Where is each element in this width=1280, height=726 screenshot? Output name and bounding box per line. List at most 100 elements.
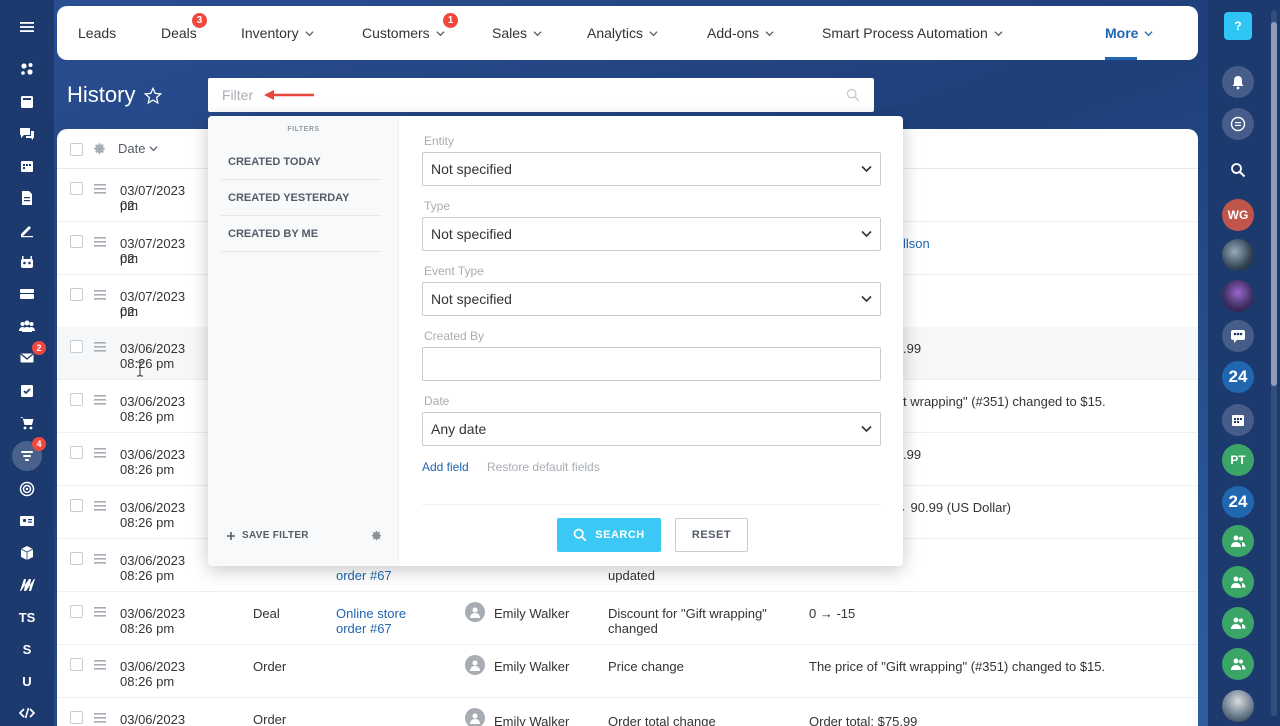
row-checkbox[interactable] <box>70 288 83 301</box>
table-row[interactable]: 03/06/2023 08:26 pm Deal Online store or… <box>57 592 1198 645</box>
nav-inventory[interactable]: Inventory <box>241 6 314 60</box>
group-icon[interactable] <box>1222 525 1254 557</box>
tasks-icon[interactable] <box>12 378 42 404</box>
network-icon[interactable] <box>12 56 42 82</box>
avatar-pt[interactable]: PT <box>1222 444 1254 476</box>
nav-customers[interactable]: Customers <box>362 6 445 60</box>
calendar-icon[interactable] <box>1222 404 1254 436</box>
avatar-wg[interactable]: WG <box>1222 199 1254 231</box>
nav-sales[interactable]: Sales <box>492 6 542 60</box>
search-icon[interactable] <box>1222 154 1254 186</box>
star-icon[interactable] <box>144 87 162 105</box>
drag-handle-icon[interactable] <box>94 554 106 564</box>
avatar-photo[interactable] <box>1222 280 1254 312</box>
group-icon[interactable] <box>1222 607 1254 639</box>
drag-handle-icon[interactable] <box>94 290 106 300</box>
table-row[interactable]: 03/06/2023 Order Emily Walker Order tota… <box>57 698 1198 726</box>
group-chat-icon[interactable] <box>1222 320 1254 352</box>
table-row[interactable]: 03/06/2023 08:26 pm Order Emily Walker P… <box>57 645 1198 698</box>
restore-default-fields-link[interactable]: Restore default fields <box>487 460 600 474</box>
group-icon[interactable] <box>1222 648 1254 680</box>
row-checkbox[interactable] <box>70 182 83 195</box>
help-button[interactable]: ? <box>1224 12 1252 40</box>
drag-handle-icon[interactable] <box>94 342 106 352</box>
calendar-icon[interactable] <box>12 153 42 179</box>
sidebar-item-s[interactable]: S <box>12 636 42 662</box>
nav-leads[interactable]: Leads <box>78 6 116 60</box>
brand-24-icon[interactable]: 24 <box>1222 361 1254 393</box>
sidebar-item-u[interactable]: U <box>12 668 42 694</box>
funnel-icon[interactable]: 4 <box>12 437 46 471</box>
bell-icon[interactable] <box>1222 66 1254 98</box>
team-icon[interactable] <box>12 313 42 339</box>
drag-handle-icon[interactable] <box>94 660 106 670</box>
nav-sales-label: Sales <box>492 25 528 41</box>
robot-icon[interactable] <box>12 249 42 275</box>
brand-24-icon[interactable]: 24 <box>1222 486 1254 518</box>
search-icon[interactable] <box>846 88 860 102</box>
nav-analytics[interactable]: Analytics <box>587 6 658 60</box>
messenger-icon[interactable] <box>1222 108 1254 140</box>
menu-icon[interactable] <box>12 14 42 40</box>
nav-smart-process-automation[interactable]: Smart Process Automation <box>822 6 1003 60</box>
row-checkbox[interactable] <box>70 711 83 724</box>
row-entity-link[interactable]: order #67 <box>336 621 392 636</box>
gear-icon[interactable] <box>371 530 382 541</box>
event-type-select[interactable]: Not specified <box>422 282 881 316</box>
nav-addons[interactable]: Add-ons <box>707 6 774 60</box>
group-icon[interactable] <box>1222 566 1254 598</box>
row-time: 08:26 pm <box>120 356 175 371</box>
signature-icon[interactable] <box>12 217 42 243</box>
row-checkbox[interactable] <box>70 446 83 459</box>
save-filter-button[interactable]: SAVE FILTER <box>226 530 309 541</box>
drag-handle-icon[interactable] <box>94 448 106 458</box>
cart-icon[interactable] <box>12 410 42 436</box>
drag-handle-icon[interactable] <box>94 607 106 617</box>
feed-icon[interactable] <box>12 89 42 115</box>
preset-created-today[interactable]: CREATED TODAY <box>220 144 381 180</box>
row-checkbox[interactable] <box>70 393 83 406</box>
row-entity-link[interactable]: order #67 <box>336 568 392 583</box>
scrollbar-thumb[interactable] <box>1271 22 1277 386</box>
row-checkbox[interactable] <box>70 235 83 248</box>
brand-m-icon[interactable] <box>12 572 42 598</box>
drag-handle-icon[interactable] <box>94 395 106 405</box>
drag-handle-icon[interactable] <box>94 713 106 723</box>
box-icon[interactable] <box>12 540 42 566</box>
row-checkbox[interactable] <box>70 499 83 512</box>
row-checkbox[interactable] <box>70 340 83 353</box>
target-icon[interactable] <box>12 476 42 502</box>
drag-handle-icon[interactable] <box>94 237 106 247</box>
preset-created-by-me[interactable]: CREATED BY ME <box>220 216 381 252</box>
code-icon[interactable] <box>12 700 42 726</box>
created-by-input[interactable] <box>422 347 881 381</box>
select-all-checkbox[interactable] <box>70 143 83 156</box>
gear-icon[interactable] <box>93 142 106 155</box>
nav-more[interactable]: More <box>1105 6 1153 60</box>
row-checkbox[interactable] <box>70 552 83 565</box>
date-select[interactable]: Any date <box>422 412 881 446</box>
drag-handle-icon[interactable] <box>94 184 106 194</box>
inbox-icon[interactable] <box>12 281 42 307</box>
nav-deals[interactable]: Deals <box>161 6 197 60</box>
date-column-header[interactable]: Date <box>118 141 159 156</box>
brand-24-label: 24 <box>1228 367 1248 386</box>
entity-select[interactable]: Not specified <box>422 152 881 186</box>
row-checkbox[interactable] <box>70 605 83 618</box>
reset-button[interactable]: RESET <box>675 518 748 552</box>
row-entity-link[interactable]: Online store <box>336 606 406 621</box>
row-details-link[interactable]: llson <box>903 236 930 251</box>
avatar-photo[interactable] <box>1222 239 1254 271</box>
sidebar-item-ts[interactable]: TS <box>12 604 42 630</box>
drag-handle-icon[interactable] <box>94 501 106 511</box>
row-checkbox[interactable] <box>70 658 83 671</box>
preset-created-yesterday[interactable]: CREATED YESTERDAY <box>220 180 381 216</box>
document-icon[interactable] <box>12 185 42 211</box>
chat-icon[interactable] <box>12 121 42 147</box>
contact-card-icon[interactable] <box>12 508 42 534</box>
search-button[interactable]: SEARCH <box>557 518 661 552</box>
type-select[interactable]: Not specified <box>422 217 881 251</box>
add-field-link[interactable]: Add field <box>422 460 469 474</box>
avatar-photo[interactable] <box>1222 690 1254 722</box>
mail-icon[interactable]: 2 <box>12 341 46 371</box>
